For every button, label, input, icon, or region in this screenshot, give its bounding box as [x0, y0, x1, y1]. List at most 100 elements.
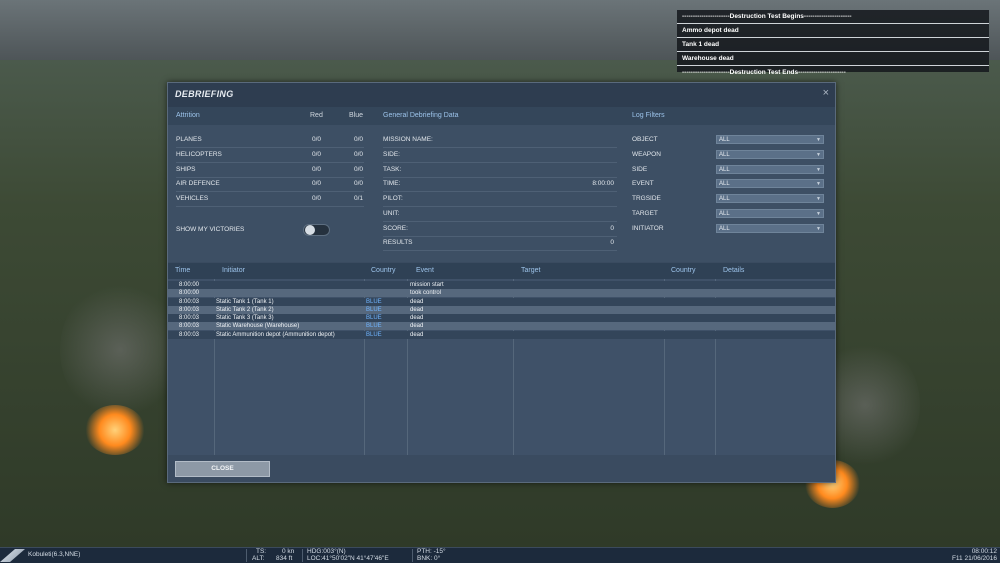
cell-initiator: Static Ammunition depot (Ammunition depo…: [216, 332, 335, 338]
table-row[interactable]: 8:00:00 took control: [168, 289, 835, 297]
filter-target-select[interactable]: ALL ▼: [716, 209, 824, 218]
select-value: ALL: [719, 226, 730, 232]
attrition-red-value: 0/0: [312, 136, 322, 143]
chevron-down-icon: ▼: [816, 226, 821, 232]
cell-time: 8:00:00: [179, 290, 200, 296]
filter-row: INITIATOR ALL ▼: [632, 222, 827, 236]
status-location: Kobuleti(6.3,NNE): [28, 551, 81, 558]
section-header-bar: [168, 107, 835, 125]
general-row: SIDE:: [383, 148, 617, 163]
general-row: TIME: 8:00:00: [383, 177, 617, 192]
attrition-row: PLANES 0/0 0/0: [176, 133, 364, 148]
filter-event-select[interactable]: ALL ▼: [716, 179, 824, 188]
attrition-blue-value: 0/0: [354, 180, 364, 187]
smoke-left: [60, 280, 180, 420]
cell-event: dead: [410, 332, 424, 338]
close-icon[interactable]: ×: [823, 87, 829, 99]
cell-time: 8:00:03: [179, 323, 200, 329]
select-value: ALL: [719, 152, 730, 158]
cell-initiator: Static Warehouse (Warehouse): [216, 323, 300, 329]
general-value: 8:00:00: [592, 180, 614, 187]
general-value: 0: [610, 239, 614, 246]
attrition-label: HELICOPTERS: [176, 151, 222, 158]
table-row[interactable]: 8:00:03 Static Tank 1 (Tank 1) BLUE dead: [168, 298, 835, 306]
log-table: 8:00:00 mission start 8:00:00 took contr…: [168, 279, 835, 455]
table-row[interactable]: 8:00:03 Static Tank 2 (Tank 2) BLUE dead: [168, 306, 835, 314]
chevron-down-icon: ▼: [816, 181, 821, 187]
cell-event: took control: [410, 290, 442, 296]
general-row: SCORE: 0: [383, 222, 617, 237]
filter-label: EVENT: [632, 180, 654, 187]
cell-initiator: Static Tank 3 (Tank 3): [216, 315, 274, 321]
filter-label: OBJECT: [632, 136, 658, 143]
status-pitch: PTH: -15°: [417, 548, 446, 555]
general-label: MISSION NAME:: [383, 136, 433, 143]
filter-row: TRGSIDE ALL ▼: [632, 192, 827, 206]
general-data-header: General Debriefing Data: [383, 112, 459, 119]
debriefing-dialog: DEBRIEFING × Attrition Red Blue PLANES 0…: [167, 82, 836, 483]
table-row[interactable]: 8:00:03 Static Warehouse (Warehouse) BLU…: [168, 322, 835, 330]
column-header-details[interactable]: Details: [723, 267, 744, 274]
show-victories-label: SHOW MY VICTORIES: [176, 226, 245, 233]
attrition-header: Attrition: [176, 112, 200, 119]
cell-event: dead: [410, 323, 424, 329]
cell-event: mission start: [410, 282, 444, 288]
log-line: Ammo depot dead: [677, 24, 989, 38]
close-button[interactable]: CLOSE: [175, 461, 270, 477]
attrition-label: AIR DEFENCE: [176, 180, 220, 187]
divider: [302, 549, 303, 562]
cell-country: BLUE: [366, 332, 382, 338]
general-label: TASK:: [383, 166, 402, 173]
column-header-target-country[interactable]: Country: [671, 267, 696, 274]
dialog-titlebar: DEBRIEFING ×: [168, 83, 835, 107]
select-value: ALL: [719, 196, 730, 202]
dialog-title: DEBRIEFING: [175, 89, 234, 99]
cell-country: BLUE: [366, 307, 382, 313]
filter-side-select[interactable]: ALL ▼: [716, 165, 824, 174]
chevron-down-icon: ▼: [816, 152, 821, 158]
cell-time: 8:00:03: [179, 332, 200, 338]
column-header-event[interactable]: Event: [416, 267, 434, 274]
cell-event: dead: [410, 299, 424, 305]
status-heading: HDG:003°(N): [307, 548, 346, 555]
toggle-knob: [305, 225, 315, 235]
attrition-red-value: 0/0: [312, 195, 322, 202]
show-victories-toggle[interactable]: [303, 224, 330, 236]
general-value: 0: [610, 225, 614, 232]
filter-label: TARGET: [632, 210, 658, 217]
table-row[interactable]: 8:00:03 Static Ammunition depot (Ammunit…: [168, 331, 835, 339]
fire-left: [85, 405, 145, 455]
general-row: TASK:: [383, 163, 617, 178]
attrition-blue-value: 0/0: [354, 136, 364, 143]
filter-weapon-select[interactable]: ALL ▼: [716, 150, 824, 159]
status-time: 08:00:12: [971, 548, 997, 555]
column-header-time[interactable]: Time: [175, 267, 190, 274]
filter-trgside-select[interactable]: ALL ▼: [716, 194, 824, 203]
filter-row: TARGET ALL ▼: [632, 207, 827, 221]
divider: [246, 549, 247, 562]
chevron-down-icon: ▼: [816, 196, 821, 202]
column-header-country[interactable]: Country: [371, 267, 396, 274]
filter-object-select[interactable]: ALL ▼: [716, 135, 824, 144]
attrition-red-value: 0/0: [312, 180, 322, 187]
general-row: RESULTS 0: [383, 236, 617, 251]
attrition-row: VEHICLES 0/0 0/1: [176, 192, 364, 207]
attrition-blue-header: Blue: [349, 112, 364, 119]
table-row[interactable]: 8:00:03 Static Tank 3 (Tank 3) BLUE dead: [168, 314, 835, 322]
log-line: Warehouse dead: [677, 52, 989, 66]
column-header-initiator[interactable]: Initiator: [222, 267, 245, 274]
general-row: MISSION NAME:: [383, 133, 617, 148]
filter-row: EVENT ALL ▼: [632, 177, 827, 191]
cell-country: BLUE: [366, 323, 382, 329]
mission-log-overlay: ----------------------Destruction Test B…: [677, 10, 989, 76]
attrition-blue-value: 0/0: [354, 166, 364, 173]
table-row[interactable]: 8:00:00 mission start: [168, 281, 835, 289]
attrition-row: AIR DEFENCE 0/0 0/0: [176, 177, 364, 192]
column-header-target[interactable]: Target: [521, 267, 540, 274]
select-value: ALL: [719, 211, 730, 217]
filter-row: SIDE ALL ▼: [632, 163, 827, 177]
divider: [412, 549, 413, 562]
attrition-row: SHIPS 0/0 0/0: [176, 163, 364, 178]
chevron-down-icon: ▼: [816, 211, 821, 217]
filter-initiator-select[interactable]: ALL ▼: [716, 224, 824, 233]
